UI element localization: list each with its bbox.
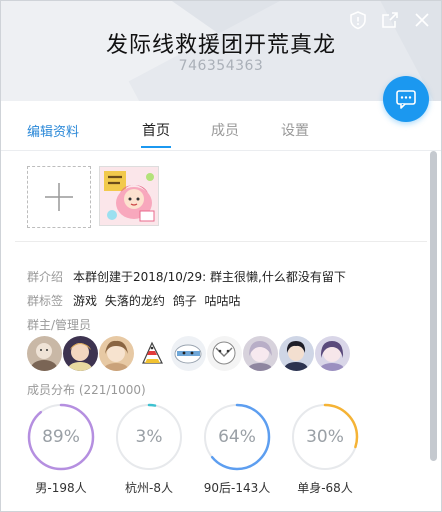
admin-avatar[interactable] [99,336,134,371]
window-controls [347,9,433,31]
tab-bar: 编辑资料 首页 成员 设置 [1,101,441,151]
distribution-item[interactable]: 30% 单身-68人 [291,403,359,496]
add-photo-button[interactable] [27,166,91,228]
admins-title: 群主/管理员 [27,318,92,332]
distribution-label: 90后-143人 [203,481,271,495]
intro-label: 群介绍 [27,270,64,284]
admin-avatar[interactable] [63,336,98,371]
tag-item[interactable]: 游戏 [73,294,97,308]
tags-label: 群标签 [27,294,64,308]
distribution-item[interactable]: 3% 杭州-8人 [115,403,183,496]
admin-avatar[interactable] [243,336,278,371]
intro-text: 本群创建于2018/10/29: 群主很懒,什么都没有留下 [73,270,346,284]
tab-members[interactable]: 成员 [211,120,239,140]
admin-avatar[interactable] [279,336,314,371]
tag-item[interactable]: 失落的龙约 [105,294,165,308]
distribution-label: 男-198人 [35,481,87,495]
edit-profile-link[interactable]: 编辑资料 [27,121,79,140]
group-id: 746354363 [178,58,264,74]
distribution-value: 3% [135,427,163,447]
distribution-title: 成员分布 (221/1000) [27,381,146,398]
active-tab-indicator [141,146,171,148]
distribution-ring: 30% [291,403,359,471]
group-profile-window: 发际线救援团开荒真龙 746354363 编辑资料 首页 成员 设置 群介绍 本… [0,0,442,512]
distribution-ring: 3% [115,403,183,471]
group-photo[interactable] [99,166,159,226]
distribution-value: 64% [218,427,256,447]
group-photos [27,166,159,228]
distribution-title-text: 成员分布 [27,383,76,397]
plus-icon [45,183,73,211]
distribution-value: 30% [306,427,344,447]
distribution-item[interactable]: 89% 男-198人 [27,403,95,496]
group-name: 发际线救援团开荒真龙 [105,33,336,58]
scrollbar[interactable] [430,151,437,461]
close-icon[interactable] [411,9,433,31]
admin-avatar[interactable] [207,336,242,371]
distribution-item[interactable]: 64% 90后-143人 [203,403,271,496]
admin-avatar[interactable] [315,336,350,371]
section-divider [15,241,427,242]
group-tags-row: 群标签 游戏 失落的龙约 鸽子 咕咕咕 [27,292,245,309]
admin-avatar[interactable] [171,336,206,371]
tag-item[interactable]: 鸽子 [173,294,197,308]
tab-home[interactable]: 首页 [142,120,170,140]
distribution-summary: (221/1000) [78,383,146,397]
shield-icon[interactable] [347,9,369,31]
send-message-button[interactable] [383,76,429,122]
tab-settings[interactable]: 设置 [281,120,309,140]
chat-bubble-icon [396,90,416,109]
distribution-label: 单身-68人 [297,481,353,495]
group-intro-row: 群介绍 本群创建于2018/10/29: 群主很懒,什么都没有留下 [27,268,346,285]
distribution-label: 杭州-8人 [125,481,173,495]
admin-avatar[interactable] [27,336,62,371]
member-distribution: 89% 男-198人 3% 杭州-8人 64% 90后-143人 30% 单身-… [27,403,359,496]
admin-avatar[interactable] [135,336,170,371]
distribution-ring: 89% [27,403,95,471]
tag-item[interactable]: 咕咕咕 [205,294,241,308]
distribution-value: 89% [42,427,80,447]
share-icon[interactable] [379,9,401,31]
distribution-ring: 64% [203,403,271,471]
admin-avatar-list [27,336,350,371]
